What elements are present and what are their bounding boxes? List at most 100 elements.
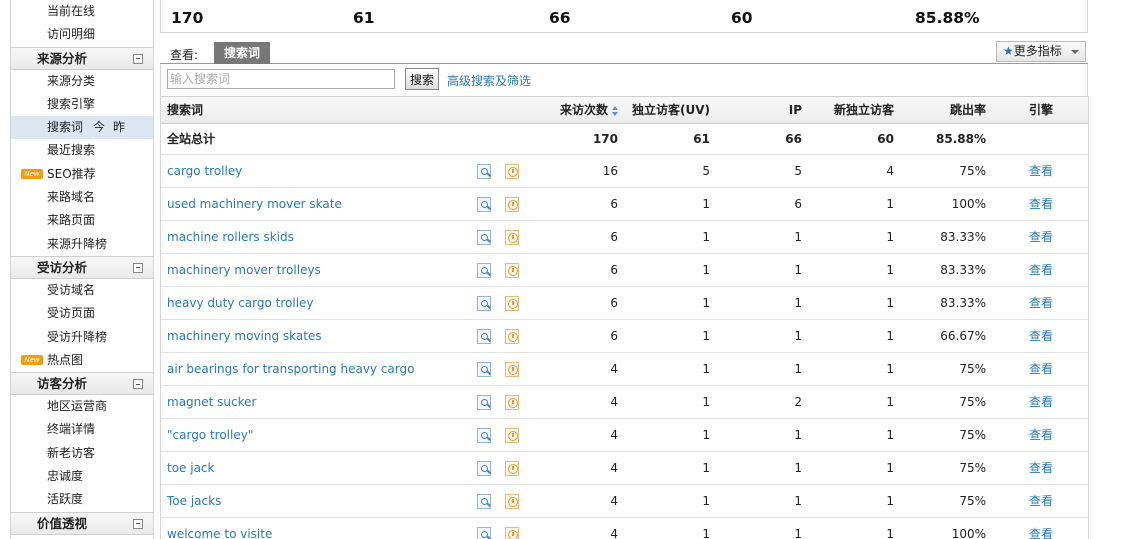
today-link[interactable]: 今: [93, 120, 105, 134]
trend-icon[interactable]: [505, 461, 519, 476]
sidebar-item-label: 当前在线: [47, 4, 96, 18]
trend-icon[interactable]: [505, 362, 519, 377]
trend-icon[interactable]: [505, 527, 519, 539]
sidebar-item[interactable]: 新老访客: [11, 442, 153, 465]
engine-view-link[interactable]: 查看: [1029, 386, 1053, 419]
keyword-link[interactable]: air bearings for transporting heavy carg…: [167, 353, 414, 386]
trend-icon[interactable]: [505, 428, 519, 443]
keyword-link[interactable]: machinery mover trolleys: [167, 254, 321, 287]
sidebar-item[interactable]: 搜索词今昨: [11, 116, 153, 140]
search-detail-icon[interactable]: [477, 527, 491, 539]
summary-bar: 170 61 66 60 85.88%: [160, 0, 1088, 33]
search-detail-icon[interactable]: [477, 329, 491, 344]
search-button[interactable]: 搜索: [405, 68, 439, 90]
cell-bounce: 83.33%: [940, 263, 986, 277]
collapse-icon[interactable]: [133, 53, 143, 64]
search-detail-icon[interactable]: [477, 164, 491, 179]
sidebar-section-header[interactable]: 价值透视: [11, 511, 153, 535]
engine-view-link[interactable]: 查看: [1029, 353, 1053, 386]
search-detail-icon[interactable]: [477, 461, 491, 476]
sidebar-item[interactable]: 忠诚度: [11, 465, 153, 488]
sidebar-item[interactable]: 受访页面: [11, 302, 153, 325]
engine-view-link[interactable]: 查看: [1029, 221, 1053, 254]
keyword-link[interactable]: heavy duty cargo trolley: [167, 287, 314, 320]
keyword-link[interactable]: "cargo trolley": [167, 419, 253, 452]
trend-icon[interactable]: [505, 197, 519, 212]
sidebar-item[interactable]: 受访升降榜: [11, 326, 153, 349]
tab-search-keywords[interactable]: 搜索词: [214, 42, 270, 64]
cell-ip: 1: [794, 494, 802, 508]
sidebar-section-header[interactable]: 受访分析: [11, 255, 153, 279]
trend-icon[interactable]: [505, 494, 519, 509]
table-row: machinery mover trolleys 6 1 1 1 83.33% 查看: [161, 254, 1088, 287]
engine-view-link[interactable]: 查看: [1029, 452, 1053, 485]
cell-uv: 1: [702, 329, 710, 343]
trend-icon[interactable]: [505, 164, 519, 179]
engine-view-link[interactable]: 查看: [1029, 320, 1053, 353]
sidebar-item[interactable]: 活跃度: [11, 488, 153, 511]
star-icon: ★: [1003, 44, 1014, 58]
search-detail-icon[interactable]: [477, 362, 491, 377]
sidebar-item[interactable]: 搜索引擎: [11, 93, 153, 116]
advanced-search-link[interactable]: 高级搜索及筛选: [447, 72, 531, 89]
trend-icon[interactable]: [505, 395, 519, 410]
table-row: "cargo trolley" 4 1 1 1 75% 查看: [161, 419, 1088, 452]
trend-icon[interactable]: [505, 296, 519, 311]
search-detail-icon[interactable]: [477, 230, 491, 245]
search-detail-icon[interactable]: [477, 263, 491, 278]
table-row: cargo trolley 16 5 5 4 75% 查看: [161, 155, 1088, 188]
table-header: 搜索词 来访次数 独立访客(UV) IP 新独立访客 跳出率 引擎: [161, 96, 1088, 124]
header-uv[interactable]: 独立访客(UV): [632, 97, 710, 123]
engine-view-link[interactable]: 查看: [1029, 188, 1053, 221]
engine-view-link[interactable]: 查看: [1029, 419, 1053, 452]
header-ip[interactable]: IP: [789, 97, 802, 123]
more-metrics-dropdown[interactable]: ★更多指标: [996, 41, 1086, 62]
sidebar-item[interactable]: 当前在线: [11, 0, 153, 23]
sidebar-section-header[interactable]: 来源分析: [11, 46, 153, 70]
keyword-link[interactable]: cargo trolley: [167, 155, 242, 188]
keyword-link[interactable]: Toe jacks: [167, 485, 221, 518]
sidebar-item[interactable]: 地区运营商: [11, 395, 153, 418]
sidebar-item[interactable]: 来路页面: [11, 209, 153, 232]
search-input[interactable]: [167, 69, 395, 89]
search-detail-icon[interactable]: [477, 428, 491, 443]
header-bounce[interactable]: 跳出率: [950, 97, 986, 123]
keyword-link[interactable]: toe jack: [167, 452, 214, 485]
keyword-link[interactable]: magnet sucker: [167, 386, 256, 419]
keyword-link[interactable]: machine rollers skids: [167, 221, 294, 254]
engine-view-link[interactable]: 查看: [1029, 485, 1053, 518]
sidebar-item[interactable]: 终端详情: [11, 418, 153, 441]
sidebar-item[interactable]: 来源升降榜: [11, 233, 153, 256]
yesterday-link[interactable]: 昨: [113, 120, 125, 134]
keyword-link[interactable]: used machinery mover skate: [167, 188, 342, 221]
engine-view-link[interactable]: 查看: [1029, 155, 1053, 188]
sidebar-item[interactable]: 最近搜索: [11, 139, 153, 162]
sidebar-item[interactable]: 来路域名: [11, 186, 153, 209]
collapse-icon[interactable]: [133, 518, 143, 529]
search-detail-icon[interactable]: [477, 494, 491, 509]
sidebar-item[interactable]: New 热点图: [11, 349, 153, 372]
sidebar-item[interactable]: 来源分类: [11, 70, 153, 93]
engine-view-link[interactable]: 查看: [1029, 287, 1053, 320]
header-visits[interactable]: 来访次数: [560, 97, 618, 123]
sidebar-item[interactable]: New SEO推荐: [11, 163, 153, 186]
search-detail-icon[interactable]: [477, 395, 491, 410]
cell-visits: 4: [610, 461, 618, 475]
trend-icon[interactable]: [505, 263, 519, 278]
collapse-icon[interactable]: [133, 262, 143, 273]
trend-icon[interactable]: [505, 230, 519, 245]
sidebar-section-header[interactable]: 访客分析: [11, 372, 153, 396]
keyword-link[interactable]: welcome to visite: [167, 518, 272, 539]
sidebar-item[interactable]: 访问明细: [11, 23, 153, 46]
table-body: cargo trolley 16 5 5 4 75% 查看 used machinery mo…: [161, 155, 1088, 539]
search-detail-icon[interactable]: [477, 296, 491, 311]
trend-icon[interactable]: [505, 329, 519, 344]
collapse-icon[interactable]: [133, 379, 143, 390]
table-row: heavy duty cargo trolley 6 1 1 1 83.33% 查看: [161, 287, 1088, 320]
engine-view-link[interactable]: 查看: [1029, 518, 1053, 539]
engine-view-link[interactable]: 查看: [1029, 254, 1053, 287]
search-detail-icon[interactable]: [477, 197, 491, 212]
header-new-uv[interactable]: 新独立访客: [834, 97, 894, 123]
sidebar-item[interactable]: 受访域名: [11, 279, 153, 302]
keyword-link[interactable]: machinery moving skates: [167, 320, 322, 353]
